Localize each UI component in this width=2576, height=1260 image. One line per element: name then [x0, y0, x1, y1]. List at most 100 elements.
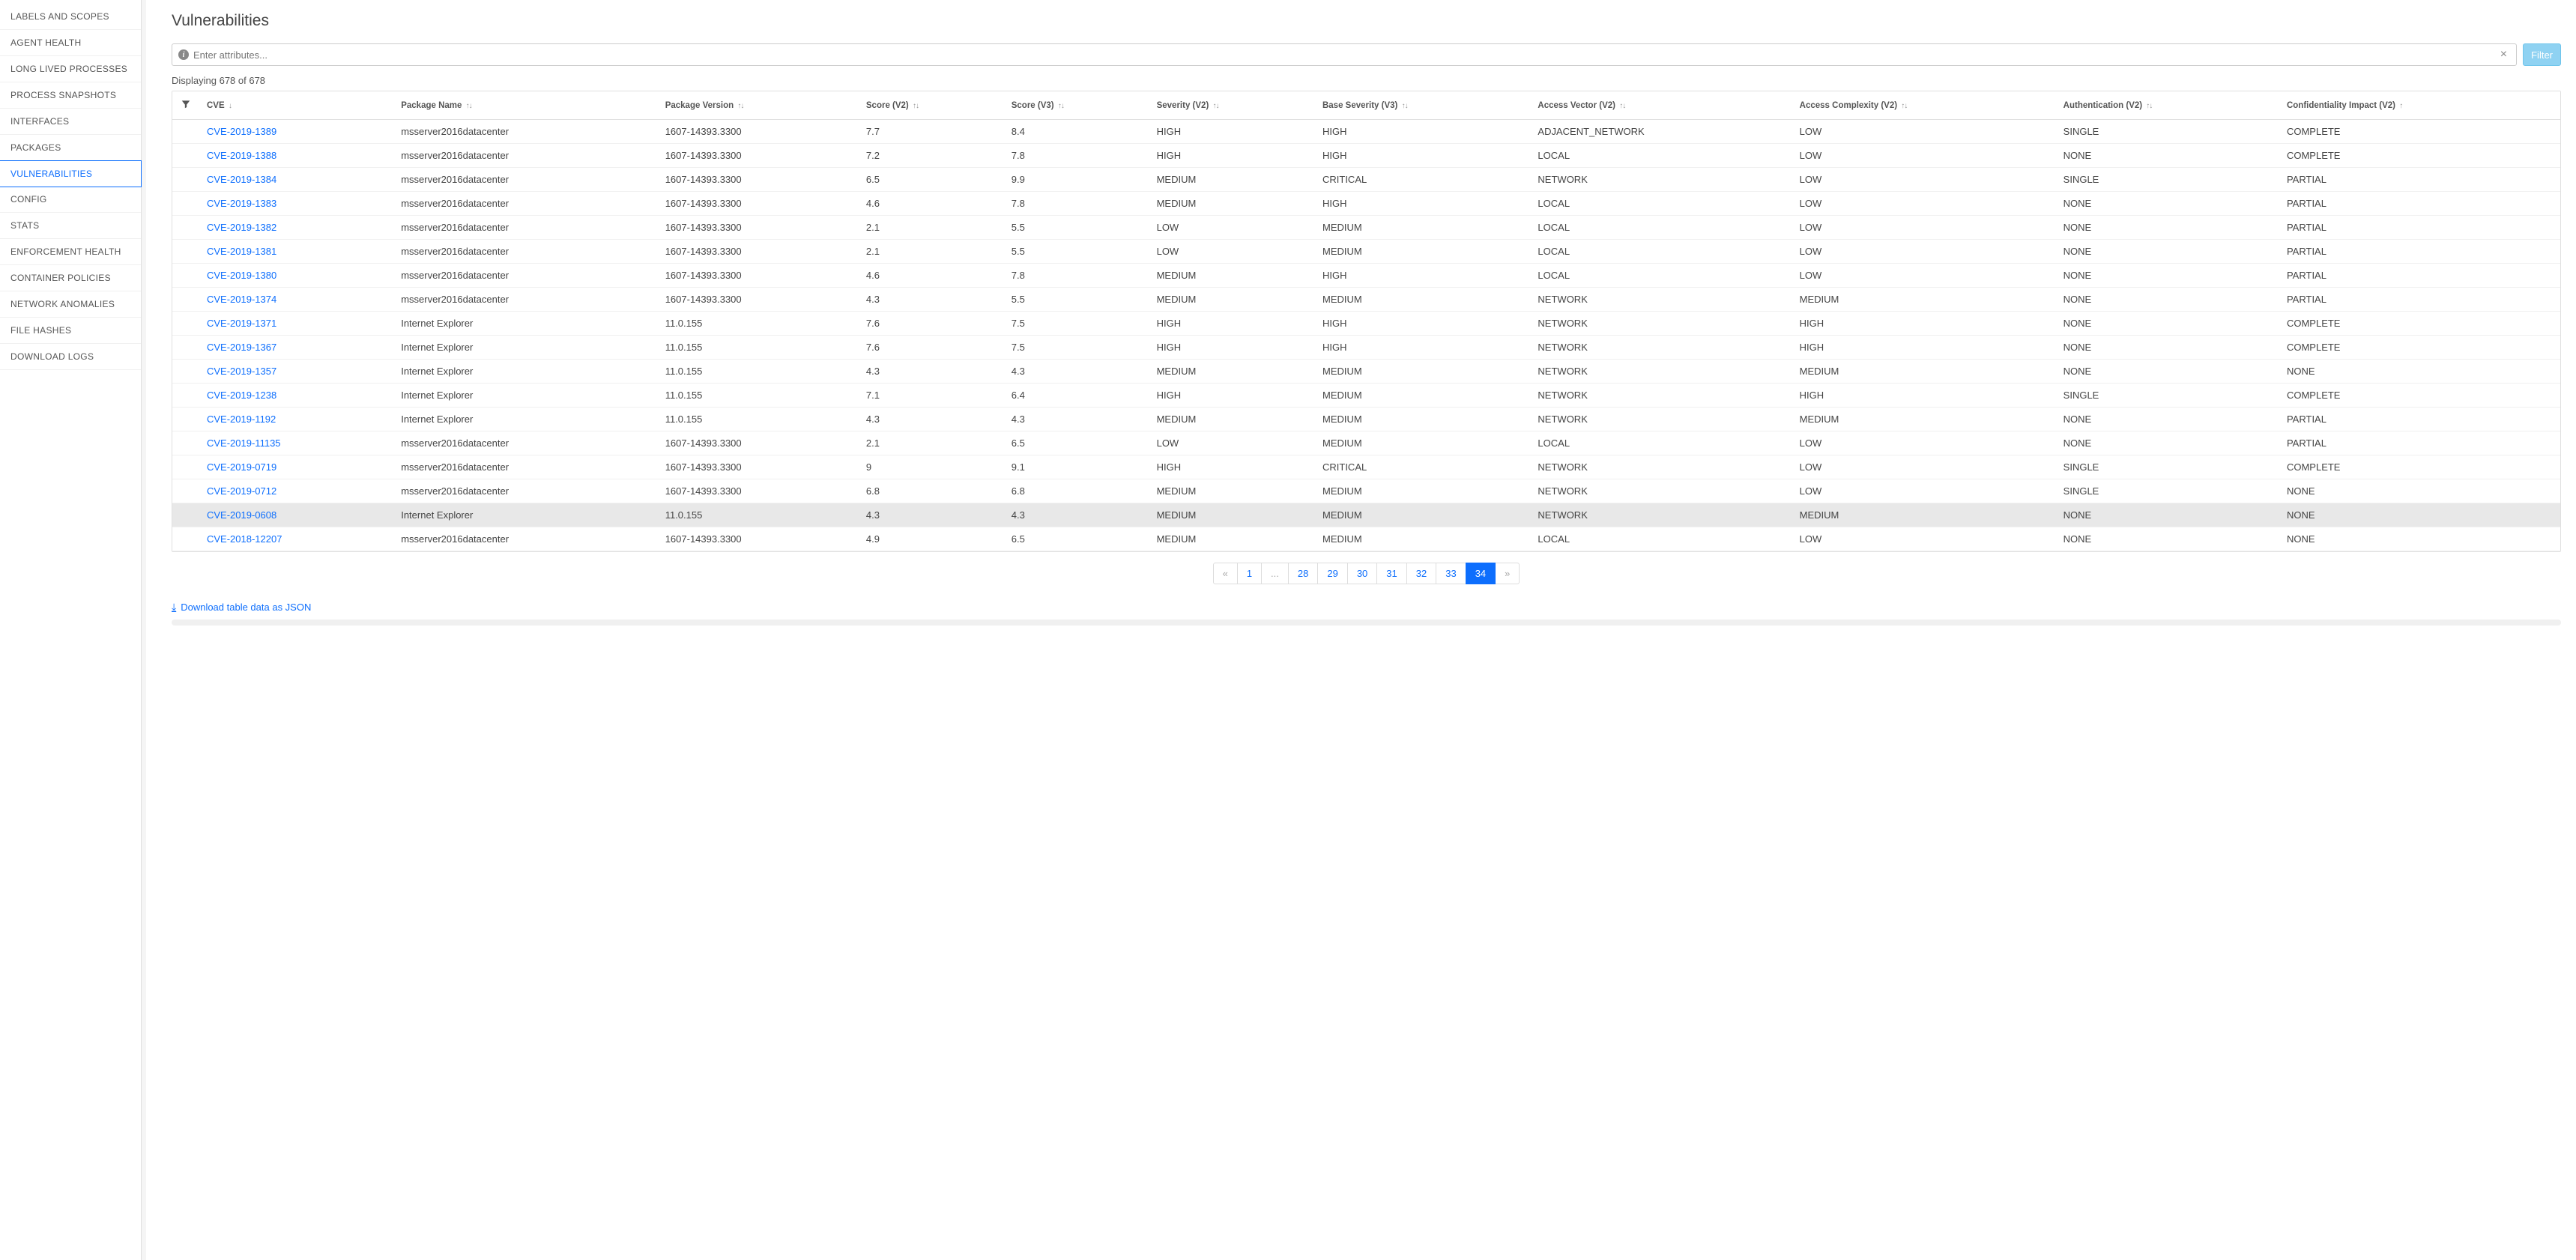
cve-link[interactable]: CVE-2019-1357 — [207, 366, 276, 377]
table-row[interactable]: CVE-2019-0712msserver2016datacenter1607-… — [172, 479, 2560, 503]
table-row[interactable]: CVE-2019-1357Internet Explorer11.0.1554.… — [172, 360, 2560, 384]
table-row[interactable]: CVE-2019-1384msserver2016datacenter1607-… — [172, 168, 2560, 192]
cve-link[interactable]: CVE-2019-1367 — [207, 342, 276, 353]
sidebar-item-long-lived-processes[interactable]: LONG LIVED PROCESSES — [0, 56, 141, 82]
page-title: Vulnerabilities — [172, 12, 2561, 30]
sidebar-item-stats[interactable]: STATS — [0, 213, 141, 239]
cell-ac: LOW — [1792, 192, 2056, 216]
sidebar-item-config[interactable]: CONFIG — [0, 187, 141, 213]
sidebar-item-labels-and-scopes[interactable]: LABELS AND SCOPES — [0, 4, 141, 30]
table-row[interactable]: CVE-2019-0608Internet Explorer11.0.1554.… — [172, 503, 2560, 527]
cve-link[interactable]: CVE-2019-1380 — [207, 270, 276, 281]
download-json-link[interactable]: ⤓ Download table data as JSON — [172, 601, 311, 614]
clear-search-icon[interactable]: × — [2497, 48, 2510, 61]
column-header-access-vector-v2-[interactable]: Access Vector (V2) ↑↓ — [1530, 91, 1792, 120]
column-header-access-complexity-v2-[interactable]: Access Complexity (V2) ↑↓ — [1792, 91, 2056, 120]
cve-link[interactable]: CVE-2019-1388 — [207, 150, 276, 161]
table-row[interactable]: CVE-2019-1381msserver2016datacenter1607-… — [172, 240, 2560, 264]
cve-link[interactable]: CVE-2019-1238 — [207, 390, 276, 401]
column-header-score-v3-[interactable]: Score (V3) ↑↓ — [1004, 91, 1149, 120]
cell-s2: 7.1 — [859, 384, 1004, 408]
table-row[interactable]: CVE-2019-1383msserver2016datacenter1607-… — [172, 192, 2560, 216]
cve-link[interactable]: CVE-2019-1384 — [207, 174, 276, 185]
row-filter-cell — [172, 431, 199, 455]
sidebar-item-container-policies[interactable]: CONTAINER POLICIES — [0, 265, 141, 291]
filter-input-wrap[interactable]: i × — [172, 43, 2517, 66]
page-32[interactable]: 32 — [1406, 563, 1436, 584]
sidebar-item-process-snapshots[interactable]: PROCESS SNAPSHOTS — [0, 82, 141, 109]
sidebar-item-vulnerabilities[interactable]: VULNERABILITIES — [0, 160, 142, 187]
page-34[interactable]: 34 — [1466, 563, 1496, 584]
cve-link[interactable]: CVE-2019-1381 — [207, 246, 276, 257]
filter-column-header[interactable] — [172, 91, 199, 120]
column-header-score-v2-[interactable]: Score (V2) ↑↓ — [859, 91, 1004, 120]
column-header-authentication-v2-[interactable]: Authentication (V2) ↑↓ — [2056, 91, 2279, 120]
column-header-package-version[interactable]: Package Version ↑↓ — [658, 91, 859, 120]
cell-ver: 11.0.155 — [658, 503, 859, 527]
table-row[interactable]: CVE-2019-1192Internet Explorer11.0.1554.… — [172, 408, 2560, 431]
column-header-package-name[interactable]: Package Name ↑↓ — [393, 91, 657, 120]
cve-link[interactable]: CVE-2019-0719 — [207, 461, 276, 473]
cell-av: NETWORK — [1530, 312, 1792, 336]
cve-link[interactable]: CVE-2019-1192 — [207, 414, 276, 425]
cell-ci: NONE — [2279, 479, 2560, 503]
page-30[interactable]: 30 — [1347, 563, 1377, 584]
page-1[interactable]: 1 — [1237, 563, 1262, 584]
info-icon: i — [178, 49, 189, 60]
cell-sev2: HIGH — [1149, 455, 1315, 479]
table-row[interactable]: CVE-2019-1382msserver2016datacenter1607-… — [172, 216, 2560, 240]
horizontal-scrollbar[interactable] — [172, 620, 2561, 626]
table-row[interactable]: CVE-2019-1371Internet Explorer11.0.1557.… — [172, 312, 2560, 336]
cell-sev3: HIGH — [1315, 144, 1530, 168]
cell-s2: 4.3 — [859, 503, 1004, 527]
column-header-base-severity-v3-[interactable]: Base Severity (V3) ↑↓ — [1315, 91, 1530, 120]
cell-pkg: Internet Explorer — [393, 360, 657, 384]
page-33[interactable]: 33 — [1436, 563, 1466, 584]
cve-link[interactable]: CVE-2018-12207 — [207, 533, 282, 545]
table-row[interactable]: CVE-2019-0719msserver2016datacenter1607-… — [172, 455, 2560, 479]
sidebar-item-interfaces[interactable]: INTERFACES — [0, 109, 141, 135]
filter-button[interactable]: Filter — [2523, 43, 2561, 66]
cell-sev2: MEDIUM — [1149, 479, 1315, 503]
table-row[interactable]: CVE-2019-1367Internet Explorer11.0.1557.… — [172, 336, 2560, 360]
page-28[interactable]: 28 — [1288, 563, 1318, 584]
cve-link[interactable]: CVE-2019-1371 — [207, 318, 276, 329]
cell-ac: LOW — [1792, 120, 2056, 144]
filter-bar: i × Filter — [172, 43, 2561, 66]
sidebar-item-file-hashes[interactable]: FILE HASHES — [0, 318, 141, 344]
sidebar-item-network-anomalies[interactable]: NETWORK ANOMALIES — [0, 291, 141, 318]
cell-s3: 4.3 — [1004, 360, 1149, 384]
cell-s3: 6.4 — [1004, 384, 1149, 408]
table-row[interactable]: CVE-2019-1374msserver2016datacenter1607-… — [172, 288, 2560, 312]
sidebar-item-agent-health[interactable]: AGENT HEALTH — [0, 30, 141, 56]
table-row[interactable]: CVE-2019-11135msserver2016datacenter1607… — [172, 431, 2560, 455]
cve-link[interactable]: CVE-2019-1389 — [207, 126, 276, 137]
cve-link[interactable]: CVE-2019-0712 — [207, 485, 276, 497]
row-filter-cell — [172, 168, 199, 192]
cell-ci: PARTIAL — [2279, 288, 2560, 312]
column-header-confidentiality-impact-v2-[interactable]: Confidentiality Impact (V2) ↑ — [2279, 91, 2560, 120]
table-row[interactable]: CVE-2019-1388msserver2016datacenter1607-… — [172, 144, 2560, 168]
page-29[interactable]: 29 — [1317, 563, 1347, 584]
page-31[interactable]: 31 — [1376, 563, 1406, 584]
table-row[interactable]: CVE-2019-1238Internet Explorer11.0.1557.… — [172, 384, 2560, 408]
search-input[interactable] — [189, 49, 2497, 61]
cell-s2: 7.2 — [859, 144, 1004, 168]
cve-link[interactable]: CVE-2019-1374 — [207, 294, 276, 305]
column-header-cve[interactable]: CVE ↓ — [199, 91, 393, 120]
table-row[interactable]: CVE-2019-1389msserver2016datacenter1607-… — [172, 120, 2560, 144]
cve-link[interactable]: CVE-2019-0608 — [207, 509, 276, 521]
column-header-severity-v2-[interactable]: Severity (V2) ↑↓ — [1149, 91, 1315, 120]
sidebar-item-download-logs[interactable]: DOWNLOAD LOGS — [0, 344, 141, 370]
cell-s2: 7.7 — [859, 120, 1004, 144]
cve-link[interactable]: CVE-2019-1383 — [207, 198, 276, 209]
cve-link[interactable]: CVE-2019-11135 — [207, 437, 281, 449]
table-row[interactable]: CVE-2018-12207msserver2016datacenter1607… — [172, 527, 2560, 551]
sidebar-item-packages[interactable]: PACKAGES — [0, 135, 141, 161]
sort-icon: ↑↓ — [1619, 102, 1625, 110]
cell-ci: PARTIAL — [2279, 216, 2560, 240]
table-row[interactable]: CVE-2019-1380msserver2016datacenter1607-… — [172, 264, 2560, 288]
cell-s2: 4.3 — [859, 360, 1004, 384]
sidebar-item-enforcement-health[interactable]: ENFORCEMENT HEALTH — [0, 239, 141, 265]
cve-link[interactable]: CVE-2019-1382 — [207, 222, 276, 233]
